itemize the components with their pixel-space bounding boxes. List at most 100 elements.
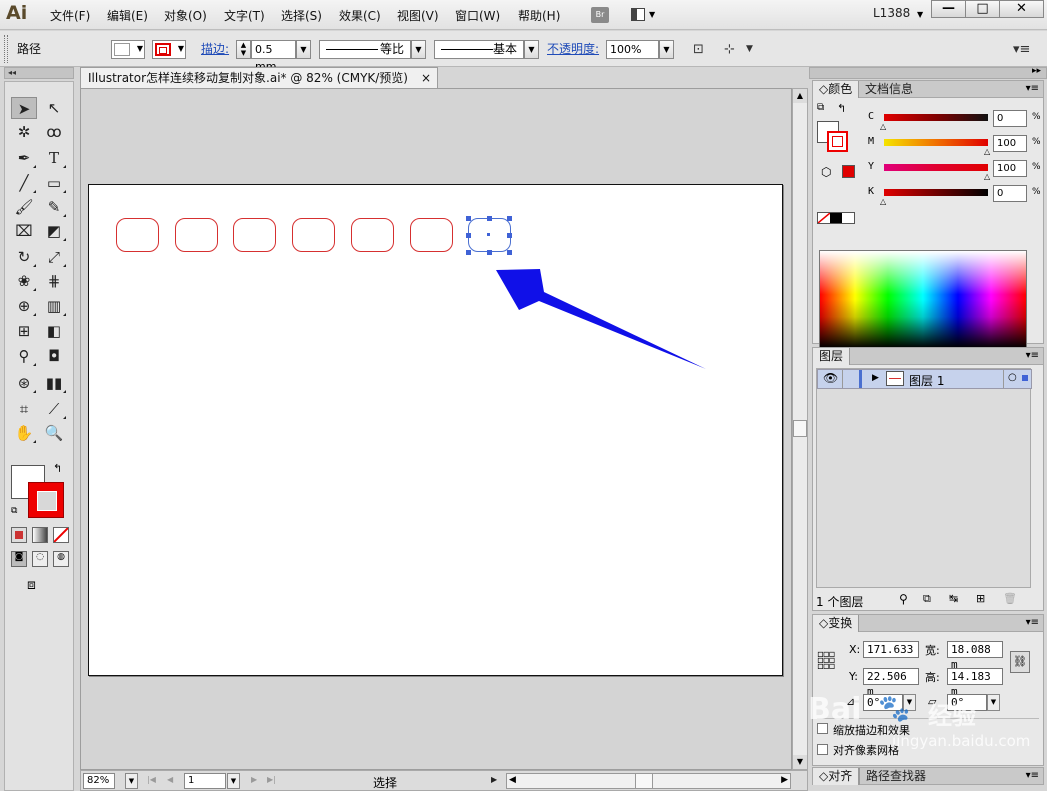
trash-icon[interactable]: 🗑 [1003,592,1017,605]
rotate-field[interactable]: 0° [863,694,903,711]
align-icon[interactable]: ⊡ [693,42,704,57]
draw-normal-icon[interactable]: ◙ [11,551,27,567]
minimize-button[interactable]: — [931,0,966,18]
reference-point-icon[interactable]: ▫▫▫ ▫▫▫ ▫▫▫ [817,650,835,672]
tab-color[interactable]: ◇颜色 [813,81,860,98]
opacity-dropdown[interactable]: ▼ [659,40,674,59]
magic-wand-tool-icon[interactable]: ✲ [11,121,37,143]
none-mode-button[interactable] [53,527,69,543]
eraser-tool-icon[interactable]: ◩ [41,220,67,242]
constrain-proportions-icon[interactable]: ⛓ [1010,651,1030,673]
slider-knob-icon[interactable]: △ [984,172,990,181]
zoom-field[interactable]: 82% [83,773,115,789]
scroll-up-icon[interactable]: ▲ [793,89,807,103]
width-field[interactable]: 18.088 m [947,641,1003,671]
layer-row[interactable]: 👁 ▶ 图层 1 ○ [817,369,1032,389]
color-spectrum[interactable] [819,250,1027,349]
variable-width-profile[interactable]: 等比 [319,40,411,59]
perspective-grid-tool-icon[interactable]: ▥ [41,295,67,317]
artboard[interactable] [88,184,783,676]
selection-indicator[interactable] [1022,375,1028,381]
panel-menu-icon[interactable]: ▾≡ [1026,350,1039,361]
first-artboard-icon[interactable]: |◀ [147,775,156,784]
stroke-weight-field[interactable]: 0.5 mm [251,40,296,73]
menu-view[interactable]: 视图(V) [397,7,439,24]
warp-tool-icon[interactable]: ❀ [11,270,37,292]
rounded-rectangle-tool-icon[interactable]: ▭ [41,172,67,194]
bridge-button[interactable]: Br [591,7,609,23]
transform-icon[interactable]: ⊹ [724,42,735,57]
line-tool-icon[interactable]: ╱ [11,172,37,194]
selection-tool-icon[interactable]: ➤ [11,97,37,119]
screen-mode-icon[interactable]: ⧈ [27,577,49,595]
menu-help[interactable]: 帮助(H) [518,7,560,24]
shape-builder-tool-icon[interactable]: ⊕ [11,295,37,317]
profile-dropdown[interactable]: ▼ [411,40,426,59]
slider-track[interactable] [884,189,988,196]
swap-fill-stroke-icon[interactable]: ↰ [837,102,846,115]
scroll-thumb[interactable] [793,420,807,437]
chevron-down-icon[interactable]: ▼ [746,44,753,54]
tab-pathfinder[interactable]: 路径查找器 [859,768,932,785]
rotate-dropdown[interactable]: ▼ [903,694,916,711]
default-colors-icon[interactable]: ⧉ [817,102,824,113]
stroke-weight-dropdown[interactable]: ▼ [296,40,311,59]
document-tab[interactable]: Illustrator怎样连续移动复制对象.ai* @ 82% (CMYK/预览… [80,67,438,88]
slider-value-field[interactable]: 0 [993,110,1027,127]
tab-transform[interactable]: ◇变换 [813,615,860,632]
lasso-tool-icon[interactable]: ꝏ [41,121,67,143]
shear-field[interactable]: 0° [947,694,987,711]
slider-knob-icon[interactable]: △ [880,122,886,131]
menu-edit[interactable]: 编辑(E) [107,7,148,24]
gradient-mode-button[interactable] [32,527,48,543]
horizontal-scrollbar[interactable]: ◀ ▶ [506,773,791,789]
menu-effect[interactable]: 效果(C) [339,7,381,24]
maximize-button[interactable]: □ [965,0,1000,18]
close-button[interactable]: ✕ [999,0,1044,18]
brush-definition[interactable]: 基本 [434,40,524,59]
menu-window[interactable]: 窗口(W) [455,7,500,24]
slider-value-field[interactable]: 0 [993,185,1027,202]
pencil-tool-icon[interactable]: ✎ [41,196,67,218]
direct-selection-tool-icon[interactable]: ↖ [41,97,67,119]
menu-type[interactable]: 文字(T) [224,7,265,24]
slider-track[interactable] [884,114,988,121]
slider-value-field[interactable]: 100 [993,135,1027,152]
gradient-tool-icon[interactable]: ◧ [41,320,67,342]
shear-dropdown[interactable]: ▼ [987,694,1000,711]
artboard-number-field[interactable]: 1 [184,773,226,789]
color-mode-button[interactable] [11,527,27,543]
swap-fill-stroke-icon[interactable]: ↰ [53,462,62,475]
mesh-tool-icon[interactable]: ⊞ [11,320,37,342]
stroke-stepper[interactable]: ▲ ▼ [236,40,251,59]
hand-tool-icon[interactable]: ✋ [11,422,37,444]
scale-strokes-checkbox[interactable] [817,723,828,734]
free-transform-tool-icon[interactable]: ⋕ [41,270,67,292]
locate-object-icon[interactable]: ⚲ [899,592,908,606]
new-sublayer-icon[interactable]: ↹ [949,592,958,605]
zoom-tool-icon[interactable]: 🔍 [41,422,67,444]
tab-document-info[interactable]: 文档信息 [859,81,919,98]
slice-tool-icon[interactable]: ⟋ [41,398,67,420]
menu-file[interactable]: 文件(F) [50,7,90,24]
panel-menu-icon[interactable]: ▾≡ [1026,83,1039,94]
prev-artboard-icon[interactable]: ◀ [167,775,173,784]
slider-track[interactable] [884,164,988,171]
rotate-tool-icon[interactable]: ↻ [11,246,37,268]
slider-value-field[interactable]: 100 [993,160,1027,177]
panel-menu-icon[interactable]: ▾≡ [1026,770,1039,781]
scroll-left-icon[interactable]: ◀ [509,775,516,785]
panel-menu-icon[interactable]: ▾≡ [1013,42,1030,57]
scale-tool-icon[interactable]: ⤢ [41,246,67,268]
scroll-down-icon[interactable]: ▼ [793,755,807,769]
status-menu-icon[interactable]: ▶ [491,775,497,784]
blend-tool-icon[interactable]: ◘ [41,345,67,367]
tools-panel-header[interactable]: ◂◂ [4,67,74,79]
stroke-panel-link[interactable]: 描边: [201,40,229,57]
type-tool-icon[interactable]: T [41,147,67,169]
black-swatch[interactable] [829,213,843,223]
tab-layers[interactable]: 图层 [813,348,851,365]
workspace-switcher[interactable]: L1388 [873,6,910,20]
clipping-mask-icon[interactable]: ⧉ [923,592,931,606]
expand-layer-icon[interactable]: ▶ [872,373,879,383]
